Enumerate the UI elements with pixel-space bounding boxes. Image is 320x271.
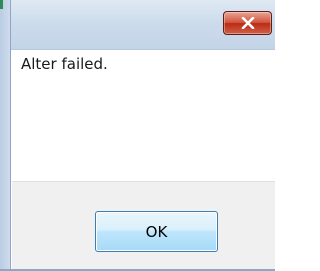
ok-button[interactable]: OK — [95, 211, 218, 252]
close-icon — [241, 17, 255, 29]
message-text: Alter failed. — [21, 55, 108, 73]
window-frame-left — [0, 0, 11, 271]
close-button[interactable] — [223, 11, 272, 35]
frame-corner-accent — [0, 0, 3, 9]
message-dialog: Alter failed. OK — [0, 0, 275, 271]
